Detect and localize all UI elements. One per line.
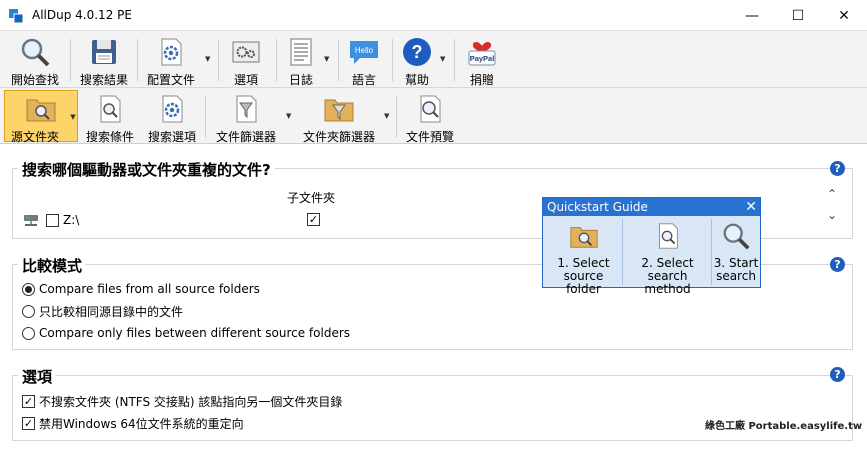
subfolders-checkbox[interactable]: ✓ — [307, 213, 320, 226]
minimize-button[interactable]: — — [729, 0, 775, 31]
disable-redirection-checkbox[interactable]: ✓ — [22, 416, 35, 430]
compare-all-radio[interactable] — [22, 282, 35, 296]
tab-search-options[interactable]: 搜索選項 — [142, 91, 202, 144]
skip-junctions-option[interactable]: ✓ 不搜索文件夾 (NTFS 交接點) 該點指向另一個文件夾目錄 — [22, 393, 342, 409]
toolbar-separator — [392, 39, 393, 81]
toolbar-separator — [338, 39, 339, 81]
window-title: AllDup 4.0.12 PE — [32, 8, 132, 22]
compare-same-option[interactable]: 只比較相同源目錄中的文件 — [22, 303, 183, 319]
quickstart-step-source-folder[interactable]: 1. Select source folder — [545, 219, 623, 296]
help-button[interactable]: ? 幫助 — [396, 34, 438, 87]
toolbar-separator — [218, 39, 219, 81]
profiles-button[interactable]: 配置文件 — [141, 34, 201, 87]
compare-help-icon[interactable]: ? — [830, 257, 845, 272]
document-magnifier-icon — [658, 223, 678, 249]
toolbar-separator — [137, 39, 138, 81]
options-button[interactable]: 選項 — [222, 34, 270, 87]
svg-text:Hello: Hello — [355, 46, 374, 55]
log-icon — [290, 38, 312, 66]
svg-text:PayPal: PayPal — [470, 54, 495, 63]
quickstart-step-search-method[interactable]: 2. Select search method — [624, 219, 712, 296]
svg-text:?: ? — [412, 42, 423, 62]
log-button[interactable]: 日誌 — [280, 34, 322, 87]
compare-all-option[interactable]: Compare files from all source folders — [22, 281, 260, 297]
compare-different-radio[interactable] — [22, 326, 35, 340]
compare-same-radio[interactable] — [22, 304, 35, 318]
save-disk-icon — [92, 40, 116, 64]
scroll-down-arrow[interactable]: ⌄ — [827, 208, 837, 222]
tab-folder-filter[interactable]: 文件夾篩選器 — [296, 91, 382, 144]
tab-source-folders[interactable]: 源文件夾 ▼ — [4, 90, 78, 144]
quickstart-step-start-search[interactable]: 3. Start search — [713, 219, 759, 285]
options-icon — [232, 41, 260, 63]
main-toolbar: 開始查找 搜索結果 配置文件 ▼ 選項 日誌 ▼ Hello 語言 ? 幫助 ▼… — [0, 31, 867, 88]
donate-button[interactable]: PayPal 捐贈 — [460, 34, 504, 87]
section-toolbar: 源文件夾 ▼ 搜索條件 搜索選項 文件篩選器 ▼ 文件夾篩選器 ▼ 文件預覽 — [0, 88, 867, 144]
watermark: 綠色工廠 Portable.easylife.tw — [705, 421, 863, 432]
tab-search-criteria[interactable]: 搜索條件 — [80, 91, 140, 144]
subfolders-column-header: 子文件夾 — [287, 191, 336, 205]
magnifier-icon — [21, 38, 50, 67]
document-filter-icon — [236, 95, 257, 123]
compare-mode-title: 比較模式 — [18, 255, 87, 276]
folder-filter-icon — [324, 99, 354, 122]
source-folders-dropdown-arrow[interactable]: ▼ — [69, 113, 77, 121]
paypal-heart-icon: PayPal — [468, 41, 496, 66]
config-file-icon — [161, 38, 182, 66]
document-magnifier-icon — [100, 95, 121, 123]
toolbar-separator — [396, 96, 397, 138]
document-gear-icon — [162, 95, 183, 123]
toolbar-separator — [205, 96, 206, 138]
file-filter-dropdown-arrow[interactable]: ▼ — [286, 112, 294, 120]
start-search-button[interactable]: 開始查找 — [2, 34, 68, 87]
network-drive-icon — [24, 215, 38, 226]
maximize-button[interactable]: ☐ — [775, 0, 821, 31]
language-button[interactable]: Hello 語言 — [342, 34, 386, 87]
help-dropdown-arrow[interactable]: ▼ — [440, 55, 448, 63]
source-help-icon[interactable]: ? — [830, 161, 845, 176]
title-bar: AllDup 4.0.12 PE — ☐ ✕ — [0, 0, 867, 31]
help-icon: ? — [403, 38, 431, 66]
hello-bubble-icon: Hello — [350, 41, 378, 64]
scroll-up-arrow[interactable]: ⌃ — [827, 187, 837, 201]
log-dropdown-arrow[interactable]: ▼ — [324, 55, 332, 63]
close-button[interactable]: ✕ — [821, 0, 867, 31]
source-folders-title: 搜索哪個驅動器或文件夾重複的文件? — [18, 159, 275, 180]
skip-junctions-checkbox[interactable]: ✓ — [22, 394, 35, 408]
quickstart-title: Quickstart Guide ✕ — [543, 198, 760, 216]
quickstart-guide: Quickstart Guide ✕ 1. Select source folde… — [542, 197, 761, 296]
magnifier-icon — [723, 223, 750, 250]
disable-redirection-option[interactable]: ✓ 禁用Windows 64位文件系統的重定向 — [22, 415, 244, 431]
tab-file-preview[interactable]: 文件預覽 — [400, 91, 460, 144]
profiles-dropdown-arrow[interactable]: ▼ — [205, 55, 213, 63]
drive-z-checkbox[interactable] — [46, 214, 59, 227]
toolbar-separator — [454, 39, 455, 81]
quickstart-close-icon[interactable]: ✕ — [745, 198, 757, 216]
options-help-icon[interactable]: ? — [830, 367, 845, 382]
tab-file-filter[interactable]: 文件篩選器 — [208, 91, 284, 144]
compare-different-option[interactable]: Compare only files between different sou… — [22, 325, 350, 341]
toolbar-separator — [276, 39, 277, 81]
preview-icon — [420, 95, 441, 123]
toolbar-separator — [70, 39, 71, 81]
search-results-button[interactable]: 搜索結果 — [74, 34, 134, 87]
options-title: 選項 — [18, 366, 57, 387]
drive-z-label: Z:\ — [63, 213, 80, 227]
folder-magnifier-icon — [569, 227, 598, 248]
folder-filter-dropdown-arrow[interactable]: ▼ — [384, 112, 392, 120]
alldup-app-icon — [9, 9, 24, 24]
folder-magnifier-icon — [26, 99, 56, 122]
